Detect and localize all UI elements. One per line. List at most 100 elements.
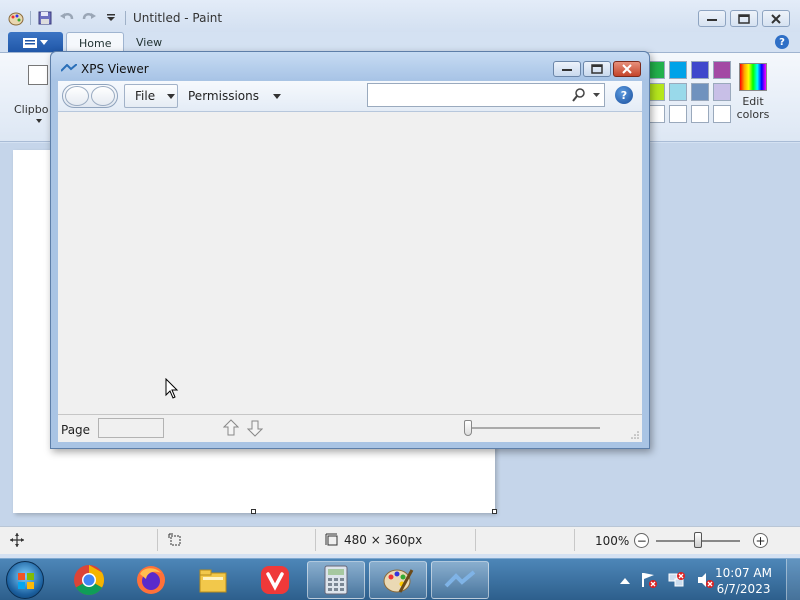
- arrow-up-icon[interactable]: [223, 419, 239, 437]
- help-button[interactable]: ?: [775, 35, 789, 49]
- divider: [157, 529, 158, 551]
- windows-logo-icon: [18, 573, 34, 589]
- calculator-icon: [324, 565, 348, 595]
- taskbar: 10:07 AM 6/7/2023: [0, 558, 800, 600]
- color-spectrum-icon: [739, 63, 767, 91]
- forward-button[interactable]: [91, 86, 115, 106]
- permissions-menu-button[interactable]: Permissions: [188, 84, 281, 108]
- xps-maximize-button[interactable]: [583, 61, 611, 77]
- file-menu-button[interactable]: File: [124, 84, 178, 108]
- xps-titlebar: XPS Viewer: [51, 52, 649, 80]
- xps-window-controls: [553, 61, 641, 77]
- show-hidden-icons-icon[interactable]: [620, 576, 630, 584]
- chevron-down-icon: [36, 119, 42, 123]
- redo-icon[interactable]: [81, 10, 97, 26]
- mouse-cursor-icon: [165, 378, 179, 399]
- menu-icon: [23, 37, 37, 48]
- system-clock[interactable]: 10:07 AM 6/7/2023: [715, 565, 772, 597]
- arrow-down-icon[interactable]: [247, 419, 263, 437]
- firefox-icon: [137, 566, 165, 594]
- color-swatch[interactable]: [691, 105, 709, 123]
- taskbar-paint[interactable]: [369, 561, 427, 599]
- tab-view-label: View: [136, 36, 163, 49]
- close-button[interactable]: [762, 10, 790, 27]
- taskbar-firefox[interactable]: [122, 561, 180, 599]
- zoom-out-button[interactable]: −: [634, 533, 650, 548]
- resize-handle[interactable]: [251, 509, 256, 514]
- xps-viewer-icon: [444, 570, 476, 588]
- xps-close-button[interactable]: [613, 61, 641, 77]
- selection-size: [168, 533, 182, 547]
- paint-icon: [383, 569, 414, 593]
- window-title: Untitled - Paint: [133, 11, 223, 25]
- xps-viewer-icon: [61, 64, 77, 72]
- color-swatch[interactable]: [713, 83, 731, 101]
- status-bar: 480 × 360px 100% − +: [0, 526, 800, 554]
- network-icon[interactable]: [668, 571, 686, 589]
- color-swatch[interactable]: [713, 105, 731, 123]
- edit-colors-label: Edit: [742, 95, 764, 108]
- color-swatch[interactable]: [669, 105, 687, 123]
- zoom-slider-track[interactable]: [468, 427, 600, 429]
- document-view[interactable]: [58, 112, 642, 414]
- taskbar-chrome[interactable]: [60, 561, 118, 599]
- zoom-in-wrap: +: [753, 533, 768, 548]
- page-number-input[interactable]: [98, 418, 164, 438]
- minimize-button[interactable]: [698, 10, 726, 27]
- tab-home[interactable]: Home: [66, 32, 125, 53]
- zoom-slider-thumb[interactable]: [464, 420, 472, 436]
- search-input[interactable]: [367, 83, 605, 107]
- clipboard-label: Clipbo: [14, 103, 49, 116]
- clock-date: 6/7/2023: [716, 582, 771, 596]
- tab-view[interactable]: View: [124, 32, 174, 53]
- zoom-level: 100%: [595, 533, 630, 548]
- paint-titlebar: Untitled - Paint: [0, 0, 800, 32]
- chevron-down-icon[interactable]: [593, 93, 600, 97]
- zoom-slider-thumb[interactable]: [694, 532, 702, 548]
- action-center-icon[interactable]: [640, 571, 658, 589]
- permissions-label: Permissions: [188, 89, 259, 103]
- taskbar-calculator[interactable]: [307, 561, 365, 599]
- move-cursor-icon: [10, 533, 24, 547]
- color-swatch[interactable]: [691, 61, 709, 79]
- color-swatch[interactable]: [691, 83, 709, 101]
- volume-muted-icon[interactable]: [696, 571, 714, 589]
- chrome-icon: [74, 565, 105, 596]
- chevron-down-icon: [167, 93, 176, 99]
- image-size: 480 × 360px: [325, 533, 422, 547]
- color-swatch[interactable]: [669, 83, 687, 101]
- xps-minimize-button[interactable]: [553, 61, 581, 77]
- system-tray: [620, 559, 714, 600]
- start-button[interactable]: [6, 561, 44, 599]
- zoom-in-button[interactable]: +: [753, 533, 768, 548]
- maximize-button[interactable]: [730, 10, 758, 27]
- customize-qat-icon[interactable]: [103, 10, 119, 26]
- chevron-down-icon: [40, 40, 48, 45]
- edit-colors-button[interactable]: Edit colors: [735, 61, 771, 121]
- paint-app-icon[interactable]: [8, 10, 24, 26]
- chevron-down-icon: [272, 93, 281, 99]
- search-icon[interactable]: [572, 88, 586, 102]
- save-icon[interactable]: [37, 10, 53, 26]
- clock-time: 10:07 AM: [715, 566, 772, 580]
- xps-window-title: XPS Viewer: [81, 62, 149, 76]
- xps-viewer-window: XPS Viewer File Permissions ? Page: [50, 51, 650, 449]
- color-swatch[interactable]: [669, 61, 687, 79]
- taskbar-file-explorer[interactable]: [184, 561, 242, 599]
- taskbar-vivaldi[interactable]: [246, 561, 304, 599]
- resize-handle[interactable]: [492, 509, 497, 514]
- color-swatch[interactable]: [713, 61, 731, 79]
- image-size-icon: [325, 533, 338, 546]
- xps-help-button[interactable]: ?: [615, 86, 633, 104]
- tab-home-label: Home: [79, 36, 112, 50]
- back-button[interactable]: [65, 86, 89, 106]
- undo-icon[interactable]: [59, 10, 75, 26]
- paint-menu-button[interactable]: [8, 32, 63, 53]
- resize-grip-icon[interactable]: [631, 431, 639, 439]
- selection-icon: [168, 533, 181, 546]
- show-desktop-button[interactable]: [786, 559, 800, 600]
- file-explorer-icon: [199, 569, 227, 593]
- divider: [574, 529, 575, 551]
- taskbar-xps-viewer[interactable]: [431, 561, 489, 599]
- vivaldi-icon: [261, 566, 289, 594]
